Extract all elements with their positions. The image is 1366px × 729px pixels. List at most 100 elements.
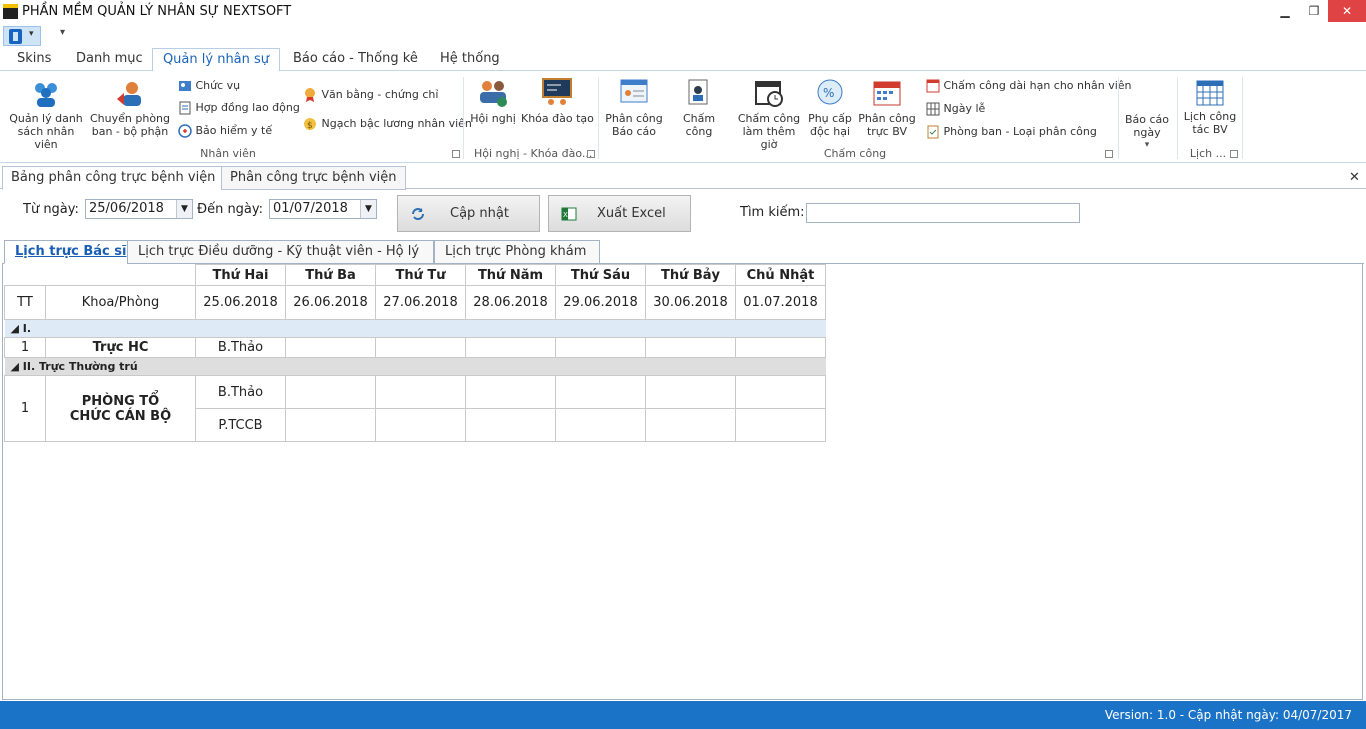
table-row[interactable]: 1 PHÒNG TỔ CHỨC CÁN BỘ B.Thảo (4, 375, 826, 442)
staff-list-button[interactable]: Quản lý danh sách nhân viên (6, 79, 86, 151)
long-term-timekeeping-button[interactable]: Chấm công dài hạn cho nhân viên (926, 79, 1132, 93)
search-input[interactable] (806, 203, 1080, 223)
duty-cell[interactable] (735, 375, 826, 409)
table-row[interactable]: 1 Trực HC B.Thảo (4, 337, 826, 358)
weekday-header[interactable]: Thứ Tư (375, 264, 466, 286)
date-header[interactable]: 26.06.2018 (285, 285, 376, 320)
duty-cell[interactable] (555, 408, 646, 442)
tab-quan-ly-nhan-su[interactable]: Quản lý nhân sự (152, 48, 280, 72)
office-menu-button[interactable]: ▾ (3, 26, 41, 46)
minimize-button[interactable]: ▁ (1270, 0, 1300, 22)
chevron-down-icon[interactable]: ▼ (176, 200, 192, 218)
close-window-button[interactable]: ✕ (1328, 0, 1366, 22)
duty-cell[interactable] (285, 408, 376, 442)
transfer-dept-button[interactable]: Chuyển phòng ban - bộ phận (90, 79, 170, 138)
duty-cell[interactable]: B.Thảo (195, 337, 286, 358)
group-row-1[interactable]: ◢ I. (4, 319, 826, 338)
timekeeping-icon (688, 79, 708, 105)
version-status: Version: 1.0 - Cập nhật ngày: 04/07/2017 (1104, 708, 1352, 722)
weekday-header[interactable]: Thứ Bảy (645, 264, 736, 286)
position-button[interactable]: Chức vụ (178, 79, 240, 93)
date-header[interactable]: 01.07.2018 (735, 285, 826, 320)
tab-lich-truc-bac-si[interactable]: Lịch trực Bác sĩ (4, 240, 138, 264)
duty-cell[interactable] (375, 375, 466, 409)
salary-grade-icon: $ (304, 118, 316, 131)
duty-cell[interactable] (555, 375, 646, 409)
duty-cell[interactable] (555, 337, 646, 358)
training-board-icon (542, 78, 572, 105)
duty-cell[interactable] (465, 337, 556, 358)
dialog-launcher-icon[interactable] (452, 150, 460, 158)
tab-lich-truc-phong-kham[interactable]: Lịch trực Phòng khám (434, 240, 600, 264)
duty-cell[interactable] (375, 408, 466, 442)
work-schedule-button[interactable]: Lịch công tác BV (1182, 77, 1238, 136)
weekday-header[interactable]: Thứ Sáu (555, 264, 646, 286)
tab-bang-phan-cong[interactable]: Bảng phân công trực bệnh viện (2, 166, 225, 190)
degree-button[interactable]: Văn bằng - chứng chỉ (302, 87, 438, 103)
assign-report-button[interactable]: Phân công Báo cáo (603, 77, 665, 138)
to-date-value: 01/07/2018 (273, 201, 348, 216)
update-button[interactable]: Cập nhật (397, 195, 540, 232)
date-header[interactable]: 25.06.2018 (195, 285, 286, 320)
duty-cell[interactable]: B.Thảo (195, 375, 286, 409)
duty-cell[interactable] (465, 408, 556, 442)
duty-cell[interactable] (735, 337, 826, 358)
training-label: Khóa đào tạo (521, 112, 594, 125)
duty-cell[interactable] (735, 408, 826, 442)
duty-assign-button[interactable]: Phân công trực BV (857, 77, 917, 138)
schedule-calendar-icon (1196, 80, 1224, 106)
tab-bao-cao[interactable]: Báo cáo - Thống kê (293, 51, 418, 66)
close-icon[interactable]: ✕ (1349, 170, 1360, 185)
duty-cell[interactable] (285, 375, 376, 409)
overtime-label: Chấm công làm thêm giờ (737, 112, 801, 151)
tab-danh-muc[interactable]: Danh mục (76, 51, 143, 66)
duty-cell[interactable] (645, 408, 736, 442)
duty-cell[interactable] (645, 375, 736, 409)
maximize-button[interactable]: ❐ (1299, 0, 1329, 22)
dialog-launcher-icon[interactable] (587, 150, 595, 158)
row-number: 1 (4, 375, 46, 442)
group-label-2: ◢ II. Trực Thường trú (4, 357, 826, 376)
from-date-input[interactable]: 25/06/2018 ▼ (85, 199, 193, 219)
duty-cell[interactable] (465, 375, 556, 409)
duty-cell[interactable]: P.TCCB (195, 408, 286, 442)
allowance-button[interactable]: % Phụ cấp độc hại (806, 77, 854, 138)
tab-skins[interactable]: Skins (17, 51, 51, 66)
training-button[interactable]: Khóa đào tạo (521, 77, 594, 125)
tab-he-thong[interactable]: Hệ thống (440, 51, 500, 66)
holidays-button[interactable]: Ngày lễ (926, 102, 985, 116)
date-header[interactable]: 27.06.2018 (375, 285, 466, 320)
date-header[interactable]: 30.06.2018 (645, 285, 736, 320)
dialog-launcher-icon[interactable] (1230, 150, 1238, 158)
group-row-2[interactable]: ◢ II. Trực Thường trú (4, 357, 826, 376)
weekday-header[interactable]: Thứ Ba (285, 264, 376, 286)
weekday-header[interactable]: Chủ Nhật (735, 264, 826, 286)
tab-phan-cong-truc[interactable]: Phân công trực bệnh viện (221, 166, 406, 190)
tab-lich-truc-dieu-duong[interactable]: Lịch trực Điều dưỡng - Kỹ thuật viên - H… (127, 240, 434, 264)
insurance-button[interactable]: Bảo hiểm y tế (178, 124, 272, 138)
group-separator (1242, 77, 1243, 159)
daily-report-button[interactable]: Báo cáo ngày ▾ (1122, 113, 1172, 152)
chevron-down-icon[interactable]: ▼ (360, 200, 376, 218)
tt-header[interactable]: TT (4, 285, 46, 320)
export-excel-button[interactable]: X Xuất Excel (548, 195, 691, 232)
to-date-input[interactable]: 01/07/2018 ▼ (269, 199, 377, 219)
dept-assign-type-button[interactable]: Phòng ban - Loại phân công (926, 125, 1097, 139)
department-header[interactable]: Khoa/Phòng (45, 285, 196, 320)
duty-cell[interactable] (285, 337, 376, 358)
group-label-nhan-vien: Nhân viên (200, 147, 256, 160)
allowance-label: Phụ cấp độc hại (808, 112, 852, 138)
date-header[interactable]: 28.06.2018 (465, 285, 556, 320)
conference-button[interactable]: Hội nghị (468, 77, 518, 125)
weekday-header[interactable]: Thứ Năm (465, 264, 556, 286)
salary-grade-button[interactable]: $ Ngạch bậc lương nhân viên (302, 116, 472, 132)
contract-button[interactable]: Hợp đồng lao động (178, 101, 300, 115)
customize-toolbar-icon[interactable]: ▾ (60, 27, 65, 38)
duty-cell[interactable] (645, 337, 736, 358)
dialog-launcher-icon[interactable] (1105, 150, 1113, 158)
overtime-button[interactable]: Chấm công làm thêm giờ (734, 77, 804, 151)
date-header[interactable]: 29.06.2018 (555, 285, 646, 320)
timekeeping-button[interactable]: Chấm công (668, 77, 730, 138)
duty-cell[interactable] (375, 337, 466, 358)
weekday-header[interactable]: Thứ Hai (195, 264, 286, 286)
